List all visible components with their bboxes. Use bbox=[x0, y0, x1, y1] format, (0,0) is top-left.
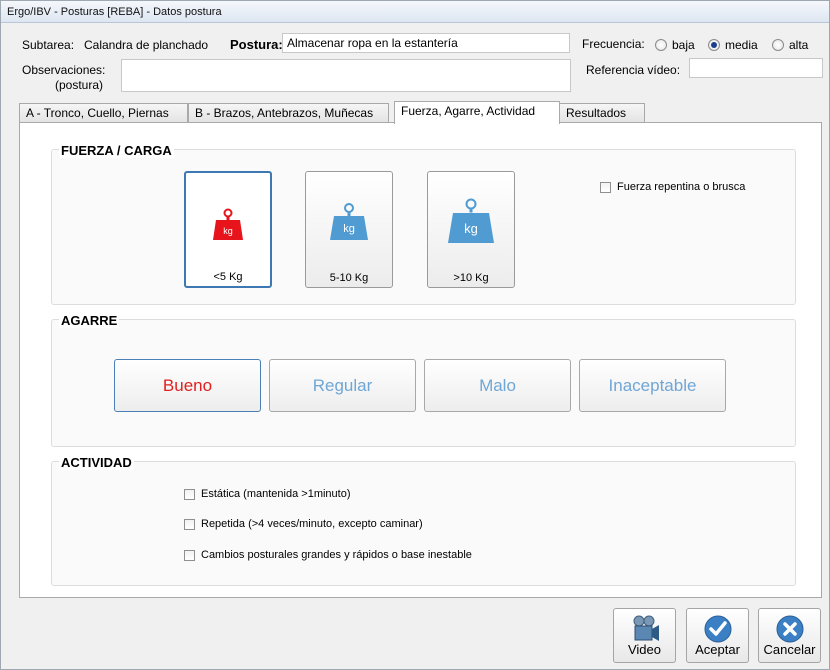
frecuencia-alta-radio[interactable]: alta bbox=[772, 38, 808, 52]
weight-icon: kg bbox=[213, 208, 243, 240]
fuerza-repentina-checkbox[interactable]: Fuerza repentina o brusca bbox=[600, 181, 745, 193]
agarre-inaceptable-button[interactable]: Inaceptable bbox=[579, 359, 726, 412]
radio-media-label: media bbox=[725, 38, 758, 52]
video-camera-icon bbox=[633, 615, 659, 641]
weight-unit-label: kg bbox=[223, 226, 233, 236]
cancelar-button[interactable]: Cancelar bbox=[758, 608, 821, 663]
actividad-cambios-checkbox[interactable]: Cambios posturales grandes y rápidos o b… bbox=[184, 549, 472, 561]
window: Ergo/IBV - Posturas [REBA] - Datos postu… bbox=[0, 0, 830, 670]
radio-baja-label: baja bbox=[672, 38, 695, 52]
aceptar-button[interactable]: Aceptar bbox=[686, 608, 749, 663]
checkbox-box bbox=[600, 181, 611, 193]
radio-media-dot bbox=[708, 39, 720, 51]
actividad-cambios-label: Cambios posturales grandes y rápidos o b… bbox=[201, 549, 472, 561]
checkmark-icon bbox=[704, 615, 731, 643]
tab-tronco[interactable]: A - Tronco, Cuello, Piernas bbox=[19, 103, 188, 123]
weight-unit-label: kg bbox=[464, 221, 478, 236]
referencia-label: Referencia vídeo: bbox=[586, 63, 681, 77]
tab-resultados[interactable]: Resultados bbox=[559, 103, 645, 123]
agarre-malo-button[interactable]: Malo bbox=[424, 359, 571, 412]
tab-brazos[interactable]: B - Brazos, Antebrazos, Muñecas bbox=[188, 103, 389, 123]
postura-field[interactable]: Almacenar ropa en la estantería bbox=[282, 33, 570, 53]
weight-icon: kg bbox=[330, 203, 368, 240]
weight-lt5-label: <5 Kg bbox=[213, 271, 243, 283]
frecuencia-label: Frecuencia: bbox=[582, 37, 645, 51]
checkbox-box bbox=[184, 549, 195, 561]
referencia-field[interactable] bbox=[689, 58, 823, 78]
agarre-regular-button[interactable]: Regular bbox=[269, 359, 416, 412]
agarre-title: AGARRE bbox=[59, 313, 120, 328]
frecuencia-media-radio[interactable]: media bbox=[708, 38, 758, 52]
agarre-bueno-button[interactable]: Bueno bbox=[114, 359, 261, 412]
actividad-estatica-checkbox[interactable]: Estática (mantenida >1minuto) bbox=[184, 488, 351, 500]
weight-5to10-label: 5-10 Kg bbox=[329, 272, 369, 284]
radio-alta-dot bbox=[772, 39, 784, 51]
actividad-repetida-label: Repetida (>4 veces/minuto, excepto camin… bbox=[201, 518, 423, 530]
observaciones-label: Observaciones: bbox=[22, 63, 106, 77]
cancelar-label: Cancelar bbox=[763, 642, 816, 657]
radio-baja-dot bbox=[655, 39, 667, 51]
close-icon bbox=[776, 615, 803, 643]
actividad-title: ACTIVIDAD bbox=[59, 455, 134, 470]
aceptar-label: Aceptar bbox=[695, 642, 740, 657]
actividad-repetida-checkbox[interactable]: Repetida (>4 veces/minuto, excepto camin… bbox=[184, 518, 423, 530]
video-button[interactable]: Video bbox=[613, 608, 676, 663]
weight-lt5-button[interactable]: kg <5 Kg bbox=[184, 171, 272, 288]
fuerza-title: FUERZA / CARGA bbox=[59, 143, 174, 158]
observaciones-field[interactable] bbox=[121, 59, 571, 92]
subtarea-value: Calandra de planchado bbox=[84, 38, 209, 52]
fuerza-repentina-label: Fuerza repentina o brusca bbox=[617, 181, 746, 193]
weight-gt10-label: >10 Kg bbox=[453, 272, 489, 284]
actividad-group bbox=[51, 461, 796, 586]
observaciones-sublabel: (postura) bbox=[55, 78, 104, 92]
weight-gt10-button[interactable]: kg >10 Kg bbox=[427, 171, 515, 288]
checkbox-box bbox=[184, 488, 195, 500]
video-label: Video bbox=[627, 642, 661, 657]
window-title: Ergo/IBV - Posturas [REBA] - Datos postu… bbox=[1, 1, 829, 23]
frecuencia-baja-radio[interactable]: baja bbox=[655, 38, 695, 52]
fuerza-group bbox=[51, 149, 796, 305]
postura-label: Postura: bbox=[230, 37, 283, 52]
subtarea-label: Subtarea: bbox=[22, 38, 75, 52]
tab-fuerza[interactable]: Fuerza, Agarre, Actividad bbox=[394, 101, 560, 124]
checkbox-box bbox=[184, 518, 195, 530]
actividad-estatica-label: Estática (mantenida >1minuto) bbox=[201, 488, 351, 500]
radio-alta-label: alta bbox=[789, 38, 809, 52]
weight-5to10-button[interactable]: kg 5-10 Kg bbox=[305, 171, 393, 288]
weight-unit-label: kg bbox=[343, 223, 355, 235]
weight-icon: kg bbox=[448, 198, 494, 243]
